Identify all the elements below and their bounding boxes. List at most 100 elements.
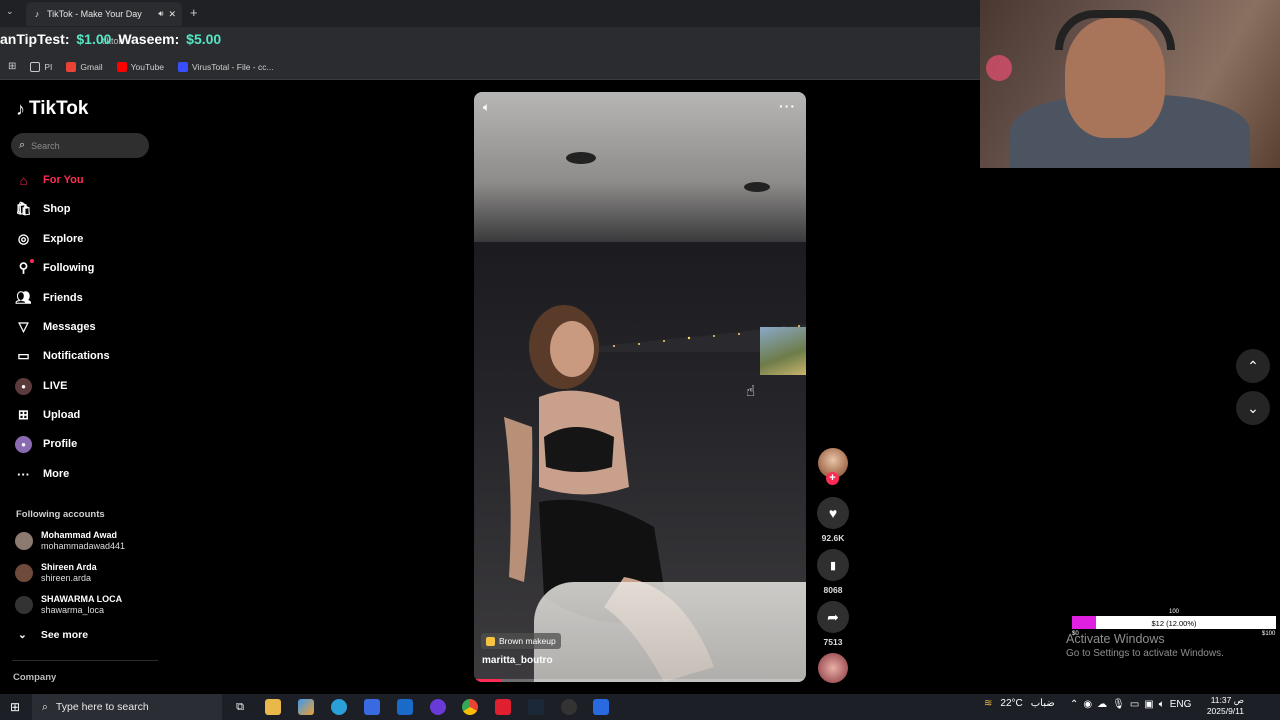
bookmark-virustotal[interactable]: VirusTotal - File - cc... (178, 61, 274, 72)
onedrive-icon[interactable]: ☁ (1097, 699, 1107, 710)
account-handle: shireen.arda (41, 573, 92, 583)
company-link[interactable]: Company (13, 672, 56, 683)
previous-video-button[interactable]: ⌃ (1236, 349, 1270, 383)
steam-icon[interactable] (528, 699, 544, 715)
video-more-options-button[interactable]: ··· (779, 98, 796, 114)
headset-icon (1055, 10, 1175, 50)
battery-icon[interactable]: ▭ (1130, 699, 1139, 710)
bookmark-youtube[interactable]: YouTube (116, 61, 164, 72)
follow-plus-button[interactable]: + (826, 472, 839, 485)
see-more-button[interactable]: ⌄ See more (18, 629, 88, 641)
windows-start-icon[interactable]: ⊞ (10, 700, 20, 714)
nav-shop[interactable]: 🛍︎ Shop (15, 198, 155, 220)
apps-grid-icon[interactable]: ⊞ (8, 61, 16, 72)
outlook-icon[interactable] (397, 699, 413, 715)
account-name: Shireen Arda (41, 562, 97, 572)
nav-more[interactable]: ··· More (15, 463, 155, 485)
activate-windows-subtitle: Go to Settings to activate Windows. (1066, 648, 1224, 659)
following-account[interactable]: SHAWARMA LOCA shawarma_loca (15, 592, 160, 618)
following-account[interactable]: Shireen Arda shireen.arda (15, 560, 160, 586)
tab-list-chevron-icon[interactable]: ⌄ (6, 6, 14, 17)
avatar (15, 532, 33, 550)
volume-icon[interactable]: 🔈︎ (483, 100, 499, 116)
tiktok-logo[interactable]: ♪ TikTok (16, 98, 88, 120)
language-indicator[interactable]: ENG (1170, 699, 1192, 710)
bookmark-pi[interactable]: PI (30, 61, 52, 72)
clock-time: 11:37 ص (1210, 695, 1244, 705)
share-button[interactable]: ➦ (817, 601, 849, 633)
tip-amount-2: $5.00 (186, 31, 222, 47)
new-tab-button[interactable]: + (190, 5, 198, 20)
video-frame-ceiling (474, 92, 806, 242)
search-icon: ⌕ (42, 700, 48, 713)
share-arrow-icon: ➦ (827, 608, 839, 625)
tray-app-icon[interactable]: ◉ (1083, 699, 1092, 710)
weather-fog-icon: ≋ (984, 698, 993, 709)
gmail-icon (66, 61, 77, 72)
next-video-button[interactable]: ⌄ (1236, 391, 1270, 425)
tip-amount-1: $1.00 (76, 31, 112, 47)
ceiling-light (744, 182, 770, 192)
app-red-icon[interactable] (495, 699, 511, 715)
activate-windows-title: Activate Windows (1066, 632, 1165, 646)
tray-chevron-icon[interactable]: ⌃ (1070, 699, 1078, 710)
nav-messages[interactable]: ▽ Messages (15, 316, 155, 338)
folder-icon (30, 61, 41, 72)
friends-icon: 👥︎ (15, 290, 32, 305)
speaker-icon[interactable]: 🔈︎ (1159, 699, 1165, 710)
network-icon[interactable]: ▣ (1144, 699, 1153, 710)
tip-name-2: Waseem: (118, 31, 180, 47)
tab-title: TikTok - Make Your Day (47, 9, 142, 19)
nav-profile[interactable]: ● Profile (15, 433, 155, 455)
video-effect-tag[interactable]: Brown makeup (481, 633, 561, 649)
nav-following[interactable]: ⚲ Following (15, 257, 155, 279)
file-explorer-icon[interactable] (265, 699, 281, 715)
video-progress-bar[interactable] (474, 679, 806, 682)
donation-goal-top: 100 (1169, 609, 1180, 615)
nav-explore[interactable]: ◎ Explore (15, 228, 155, 250)
store-icon[interactable] (364, 699, 380, 715)
tab-audio-icon[interactable]: 🔊︎ (158, 9, 163, 19)
copilot-icon[interactable] (298, 699, 314, 715)
tab-tiktok[interactable]: ♪ TikTok - Make Your Day 🔊︎ ✕ (26, 2, 182, 26)
video-player[interactable]: 🔈︎ ··· Brown makeup maritta_boutro (474, 92, 806, 682)
chrome-icon[interactable] (462, 699, 478, 715)
taskbar-clock[interactable]: 11:37 ص 2025/9/11 (1204, 695, 1244, 717)
share-count: 7513 (823, 637, 843, 647)
like-count: 92.6K (821, 533, 845, 543)
nav-friends[interactable]: 👥︎ Friends (15, 287, 155, 309)
save-button[interactable]: ▮ (817, 549, 849, 581)
like-button[interactable]: ♥ (817, 497, 849, 529)
chevron-up-icon: ⌃ (1247, 357, 1259, 374)
following-account[interactable]: Mohammad Awad mohammadawad441 (15, 528, 160, 554)
effect-tag-icon (486, 636, 495, 646)
video-author[interactable]: maritta_boutro (482, 655, 553, 666)
taskbar-search-input[interactable]: ⌕ Type here to search (32, 694, 222, 720)
nav-notifications[interactable]: ▭ Notifications (15, 345, 155, 367)
taskbar-weather[interactable]: ≋ 22°C ضباب (984, 698, 1055, 709)
search-input[interactable]: ⌕ Search (11, 133, 149, 158)
live-icon: ● (15, 377, 32, 395)
obs-icon[interactable] (561, 699, 577, 715)
divider (12, 660, 158, 661)
account-handle: mohammadawad441 (41, 541, 126, 551)
system-tray: ⌃ ◉ ☁ 🎙︎ ▭ ▣ 🔈︎ ENG (1070, 699, 1191, 710)
boat-seat (534, 582, 806, 682)
account-name: Mohammad Awad (41, 530, 118, 540)
edge-icon[interactable] (331, 699, 347, 715)
microphone-icon[interactable]: 🎙︎ (1112, 699, 1125, 710)
tip-name-1: anTipTest: (0, 31, 70, 47)
nav-for-you[interactable]: ⌂ For You (15, 169, 155, 191)
app-shield-icon[interactable] (593, 699, 609, 715)
nav-live[interactable]: ● LIVE (15, 375, 155, 397)
messenger-icon[interactable] (430, 699, 446, 715)
search-placeholder: Search (31, 140, 60, 151)
following-accounts-heading: Following accounts (16, 509, 105, 520)
tab-close-button[interactable]: ✕ (168, 9, 176, 20)
music-disc[interactable] (818, 653, 848, 683)
youtube-icon (116, 61, 127, 72)
bookmark-gmail[interactable]: Gmail (66, 61, 103, 72)
task-view-icon[interactable]: ⧉ (232, 699, 248, 715)
notifications-icon: ▭ (17, 348, 30, 363)
nav-upload[interactable]: ⊞ Upload (15, 404, 155, 426)
